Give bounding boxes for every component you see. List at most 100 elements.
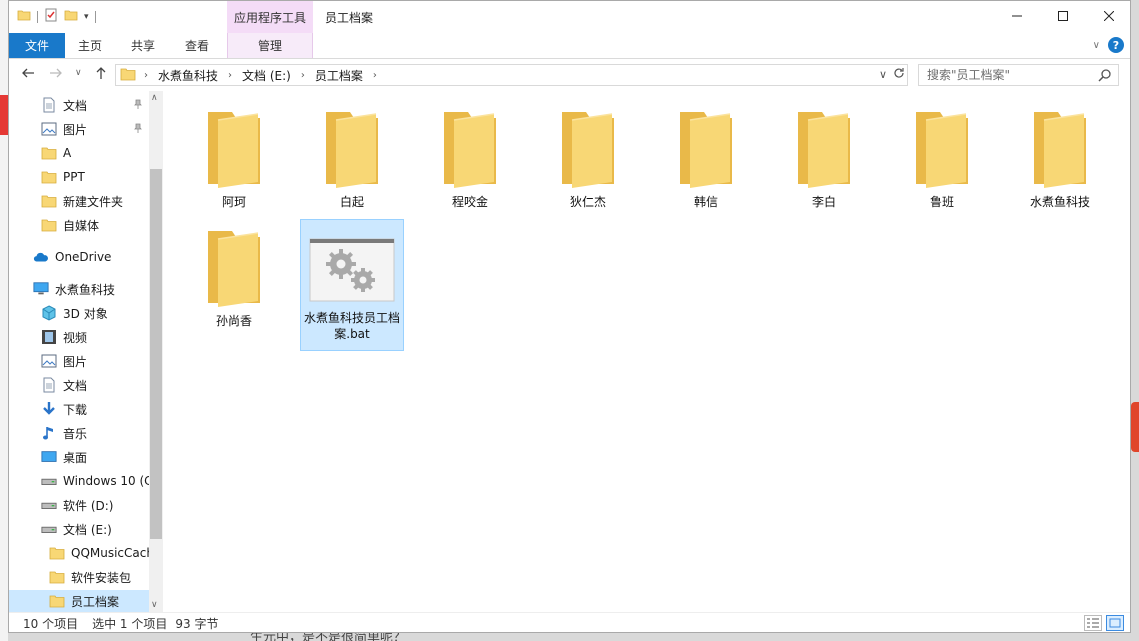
scrollbar-thumb[interactable] (150, 169, 162, 539)
cube-icon (41, 305, 57, 321)
item-name: 水煮鱼科技员工档案.bat (303, 311, 400, 341)
up-button[interactable] (94, 66, 108, 84)
sidebar-item-label: 音乐 (63, 426, 88, 441)
sidebar-item-9[interactable]: 视频 (9, 326, 149, 348)
back-button[interactable] (21, 66, 35, 84)
tab-home[interactable]: 主页 (65, 33, 115, 58)
background-red-tab (1131, 402, 1139, 452)
breadcrumb-folder[interactable]: 员工档案 (315, 67, 363, 84)
close-button[interactable] (1086, 1, 1130, 31)
sidebar-item-16[interactable]: 软件 (D:) (9, 494, 149, 516)
tab-share[interactable]: 共享 (117, 33, 169, 58)
chevron-right-icon[interactable]: › (373, 70, 377, 81)
forward-button[interactable] (49, 66, 63, 84)
batch-file-icon (304, 234, 400, 306)
sidebar-item-label: 员工档案 (71, 594, 120, 609)
sidebar-item-14[interactable]: 桌面 (9, 446, 149, 468)
folder-item[interactable]: 鲁班 (890, 100, 994, 232)
scroll-up-icon[interactable]: ∧ (151, 93, 158, 103)
folder-icon (540, 108, 636, 190)
sidebar-item-17[interactable]: 文档 (E:) (9, 518, 149, 540)
sidebar-item-2[interactable]: A (9, 142, 149, 164)
details-view-button[interactable] (1084, 615, 1102, 631)
folder-item[interactable]: 韩信 (654, 100, 758, 232)
chevron-right-icon[interactable]: › (228, 70, 232, 81)
folder-item[interactable]: 狄仁杰 (536, 100, 640, 232)
nav-scrollbar[interactable]: ∧ ∨ (149, 91, 163, 612)
sidebar-item-label: OneDrive (55, 250, 112, 264)
sidebar-item-19[interactable]: 软件安装包 (9, 566, 149, 588)
sidebar-item-6[interactable]: OneDrive (9, 246, 149, 268)
context-tab-header: 应用程序工具 (227, 1, 313, 33)
folder-icon (41, 217, 57, 233)
minimize-button[interactable] (994, 1, 1040, 31)
folder-icon (49, 545, 65, 561)
sidebar-item-20[interactable]: 员工档案 (9, 590, 149, 612)
status-size: 93 字节 (175, 617, 219, 631)
folder-icon (422, 108, 518, 190)
sidebar-item-label: 视频 (63, 330, 88, 345)
folder-icon (17, 8, 31, 25)
search-icon[interactable] (1098, 68, 1112, 85)
refresh-icon[interactable] (893, 67, 905, 82)
drive-icon (41, 473, 57, 489)
scroll-down-icon[interactable]: ∨ (151, 600, 158, 610)
search-input[interactable] (927, 68, 1097, 82)
status-item-count: 10 个项目 (23, 617, 79, 631)
sidebar-item-7[interactable]: 水煮鱼科技 (9, 278, 149, 300)
sidebar-item-label: 软件安装包 (71, 570, 132, 585)
sidebar-item-11[interactable]: 文档 (9, 374, 149, 396)
background-red-block (0, 95, 8, 135)
explorer-window: ▾ 应用程序工具 员工档案 文件 主页 共享 查看 管理 ∨ ? ∨ › 水煮鱼… (8, 0, 1131, 633)
folder-item[interactable]: 水煮鱼科技 (1008, 100, 1112, 232)
folder-icon (49, 569, 65, 585)
sidebar-item-13[interactable]: 音乐 (9, 422, 149, 444)
file-item[interactable]: 水煮鱼科技员工档案.bat (300, 219, 404, 351)
customize-toolbar-icon[interactable]: ▾ (84, 12, 89, 22)
folder-item[interactable]: 孙尚香 (182, 219, 286, 351)
folder-icon (41, 193, 57, 209)
sidebar-item-10[interactable]: 图片 (9, 350, 149, 372)
sidebar-item-label: PPT (63, 170, 85, 184)
address-bar[interactable]: › 水煮鱼科技 › 文档 (E:) › 员工档案 › ∨ (115, 64, 908, 86)
properties-icon[interactable] (44, 8, 58, 25)
help-icon[interactable]: ? (1108, 37, 1124, 53)
sidebar-item-label: 水煮鱼科技 (55, 282, 116, 297)
new-folder-icon[interactable] (64, 8, 78, 25)
sidebar-item-15[interactable]: Windows 10 (C:) (9, 470, 149, 492)
sidebar-item-label: A (63, 146, 72, 160)
tab-manage[interactable]: 管理 (227, 33, 313, 58)
chevron-right-icon[interactable]: › (301, 70, 305, 81)
sidebar-item-label: 图片 (63, 122, 88, 137)
sidebar-item-18[interactable]: QQMusicCache (9, 542, 149, 564)
sidebar-item-3[interactable]: PPT (9, 166, 149, 188)
tab-view[interactable]: 查看 (171, 33, 223, 58)
pin-icon (133, 123, 143, 136)
sidebar-item-label: 文档 (63, 378, 88, 393)
maximize-button[interactable] (1040, 1, 1086, 31)
recent-locations-button[interactable]: ∨ (75, 68, 82, 78)
item-name: 孙尚香 (215, 314, 252, 328)
item-name: 程咬金 (451, 195, 488, 209)
search-box[interactable] (918, 64, 1119, 86)
breadcrumb-computer[interactable]: 水煮鱼科技 (158, 67, 218, 84)
item-name: 韩信 (693, 195, 718, 209)
breadcrumb-drive[interactable]: 文档 (E:) (242, 67, 291, 84)
expand-ribbon-icon[interactable]: ∨ (1093, 40, 1100, 51)
sidebar-item-4[interactable]: 新建文件夹 (9, 190, 149, 212)
large-icons-view-button[interactable] (1106, 615, 1124, 631)
folder-item[interactable]: 阿珂 (182, 100, 286, 232)
folder-item[interactable]: 李白 (772, 100, 876, 232)
sidebar-item-label: 新建文件夹 (63, 194, 124, 209)
chevron-down-icon[interactable]: ∨ (879, 68, 887, 81)
sidebar-item-0[interactable]: 文档 (9, 94, 149, 116)
folder-item[interactable]: 白起 (300, 100, 404, 232)
sidebar-item-8[interactable]: 3D 对象 (9, 302, 149, 324)
address-row: ∨ › 水煮鱼科技 › 文档 (E:) › 员工档案 › ∨ (9, 59, 1130, 91)
sidebar-item-5[interactable]: 自媒体 (9, 214, 149, 236)
tab-file[interactable]: 文件 (9, 33, 65, 58)
folder-item[interactable]: 程咬金 (418, 100, 522, 232)
drive-icon (41, 521, 57, 537)
sidebar-item-1[interactable]: 图片 (9, 118, 149, 140)
sidebar-item-12[interactable]: 下载 (9, 398, 149, 420)
